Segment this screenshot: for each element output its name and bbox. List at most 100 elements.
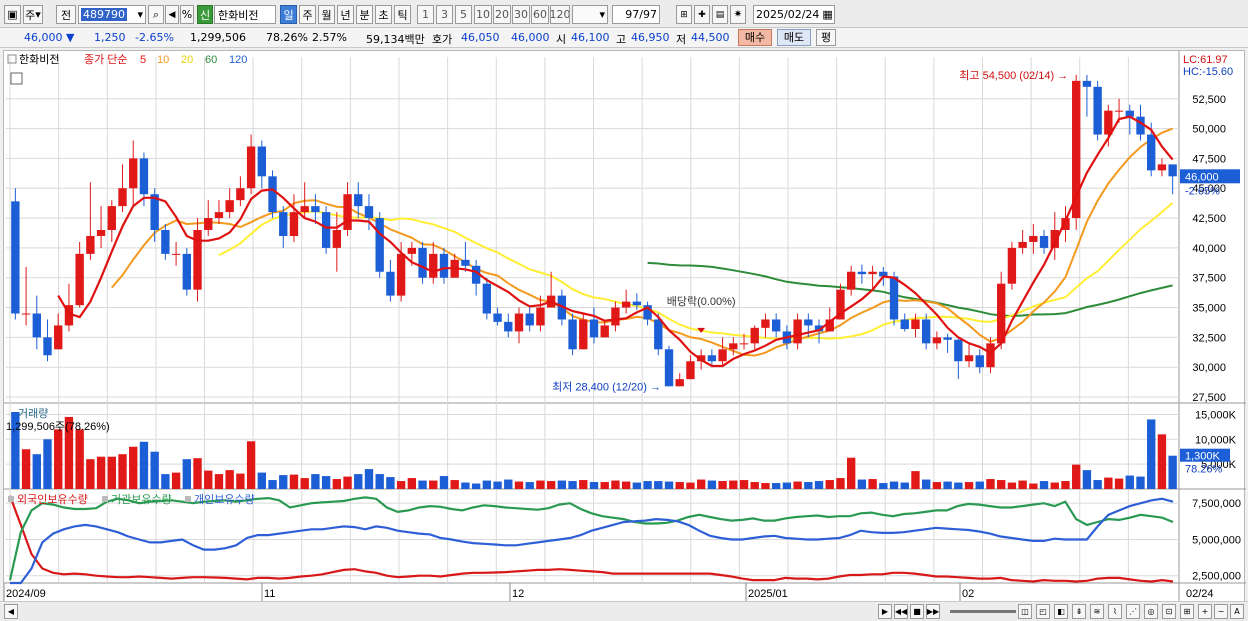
- stock-name-field[interactable]: 한화비전: [214, 5, 276, 24]
- chart-panel[interactable]: 52,500 50,000 47,500 45,000 42,500 40,000 37,5…: [3, 50, 1246, 603]
- volume-bar: [354, 474, 363, 489]
- volume-bar: [836, 478, 845, 489]
- chart-menu-icon[interactable]: ▣: [4, 5, 21, 24]
- candle: [664, 349, 674, 387]
- tool-icon[interactable]: ⌇: [1108, 604, 1122, 619]
- date-picker[interactable]: 2025/02/24 ▦: [753, 5, 835, 24]
- zoom-in-icon[interactable]: +: [1198, 604, 1212, 619]
- period-week-button[interactable]: 주: [299, 5, 316, 24]
- candle: [54, 325, 63, 350]
- calendar-icon[interactable]: ▦: [822, 8, 832, 21]
- search-icon[interactable]: ⌕: [148, 5, 164, 24]
- interval-button[interactable]: 3: [436, 5, 453, 24]
- interval-button[interactable]: 5: [455, 5, 472, 24]
- save-icon[interactable]: ▤: [712, 5, 728, 24]
- candle: [171, 253, 181, 255]
- volume-bar: [729, 480, 738, 489]
- candle: [632, 301, 642, 306]
- tool-icon[interactable]: ◫: [1018, 604, 1032, 619]
- volume-bar: [589, 482, 599, 489]
- tool-icon[interactable]: ⋰: [1126, 604, 1140, 619]
- volume-bar: [225, 470, 234, 489]
- tool-icon[interactable]: ◎: [1144, 604, 1158, 619]
- candle: [568, 319, 577, 350]
- interval-dropdown[interactable]: ▾: [572, 5, 608, 24]
- sound-icon[interactable]: ◀: [165, 5, 179, 24]
- rewind-icon[interactable]: ◀◀: [894, 604, 908, 619]
- tool-icon[interactable]: ◧: [1054, 604, 1068, 619]
- interval-button[interactable]: 1: [417, 5, 434, 24]
- volume-bar: [546, 481, 556, 489]
- period-tick-button[interactable]: 틱: [394, 5, 411, 24]
- volume-bar: [825, 480, 834, 489]
- candle: [225, 200, 234, 213]
- prev-button[interactable]: 전: [56, 5, 76, 24]
- period-year-button[interactable]: 년: [337, 5, 354, 24]
- fast-forward-icon[interactable]: ▶▶: [926, 604, 940, 619]
- candle: [43, 337, 52, 356]
- price-change-pct: -2.65%: [135, 31, 174, 44]
- candle: [214, 212, 224, 219]
- period-month-button[interactable]: 월: [318, 5, 335, 24]
- x-axis-label: 2025/01: [748, 588, 788, 600]
- volume-bar: [493, 481, 502, 489]
- eval-button[interactable]: 평: [816, 29, 836, 46]
- tool-icon[interactable]: ⇟: [1072, 604, 1086, 619]
- pct-tag: -2.65%: [1185, 185, 1220, 197]
- candle-count-field[interactable]: 97/97: [612, 5, 660, 24]
- zoom-out-icon[interactable]: −: [1214, 604, 1228, 619]
- percent-icon[interactable]: %: [180, 5, 194, 24]
- chevron-down-icon[interactable]: ▾: [137, 8, 145, 21]
- chart-svg[interactable]: 52,50050,00047,50045,00042,50040,00037,5…: [3, 51, 1246, 603]
- volume-bar: [32, 454, 41, 489]
- period-second-button[interactable]: 초: [375, 5, 392, 24]
- tool-icon[interactable]: ≋: [1090, 604, 1104, 619]
- volume-bar: [600, 482, 609, 489]
- scroll-right-icon[interactable]: ▶: [878, 604, 892, 619]
- candle: [621, 301, 631, 308]
- gear-icon[interactable]: ✷: [730, 5, 746, 24]
- volume-bar: [439, 476, 449, 489]
- volume-bar: [461, 482, 470, 489]
- scroll-left-icon[interactable]: ◀: [4, 604, 18, 619]
- y-tick-label: 40,000: [1192, 243, 1226, 255]
- font-size-icon[interactable]: A: [1230, 604, 1244, 619]
- zoom-slider[interactable]: [950, 610, 1016, 613]
- interval-button[interactable]: 30: [512, 5, 530, 24]
- grid-icon[interactable]: ⊞: [676, 5, 692, 24]
- period-minute-button[interactable]: 분: [356, 5, 373, 24]
- interval-button[interactable]: 10: [474, 5, 492, 24]
- candle-count-value: 97: [625, 8, 640, 21]
- volume-bar: [482, 480, 492, 489]
- candle: [654, 319, 663, 350]
- buy-button[interactable]: 매수: [738, 29, 772, 46]
- stop-icon[interactable]: ■: [910, 604, 924, 619]
- interval-button[interactable]: 20: [493, 5, 511, 24]
- high-label: 고: [616, 33, 627, 46]
- candle: [268, 176, 277, 213]
- tool-icon[interactable]: ◰: [1036, 604, 1050, 619]
- stock-code-input[interactable]: 489790 ▾: [78, 5, 146, 24]
- volume-bar: [1039, 481, 1049, 489]
- volume-bar: [193, 458, 202, 489]
- tool-icon[interactable]: ⊞: [1180, 604, 1194, 619]
- hc-label: HC:-15.60: [1183, 66, 1233, 78]
- volume-bar: [868, 479, 877, 489]
- period-type-select[interactable]: 주 ▾: [23, 5, 43, 24]
- volume-tick-label: 10,000K: [1195, 434, 1237, 446]
- interval-button[interactable]: 120: [550, 5, 570, 24]
- volume-bar: [139, 441, 149, 489]
- candle: [504, 321, 513, 332]
- candle: [418, 247, 427, 278]
- tool-icon[interactable]: ⊡: [1162, 604, 1176, 619]
- candle: [429, 253, 438, 278]
- sell-button[interactable]: 매도: [777, 29, 811, 46]
- volume-bar: [1082, 470, 1092, 489]
- volume-bar: [150, 451, 159, 489]
- volume-bar: [557, 480, 567, 489]
- period-day-button[interactable]: 일: [280, 5, 297, 24]
- interval-button[interactable]: 60: [531, 5, 549, 24]
- volume-bar: [814, 481, 824, 489]
- candle: [514, 313, 524, 332]
- crosshair-icon[interactable]: ✚: [694, 5, 710, 24]
